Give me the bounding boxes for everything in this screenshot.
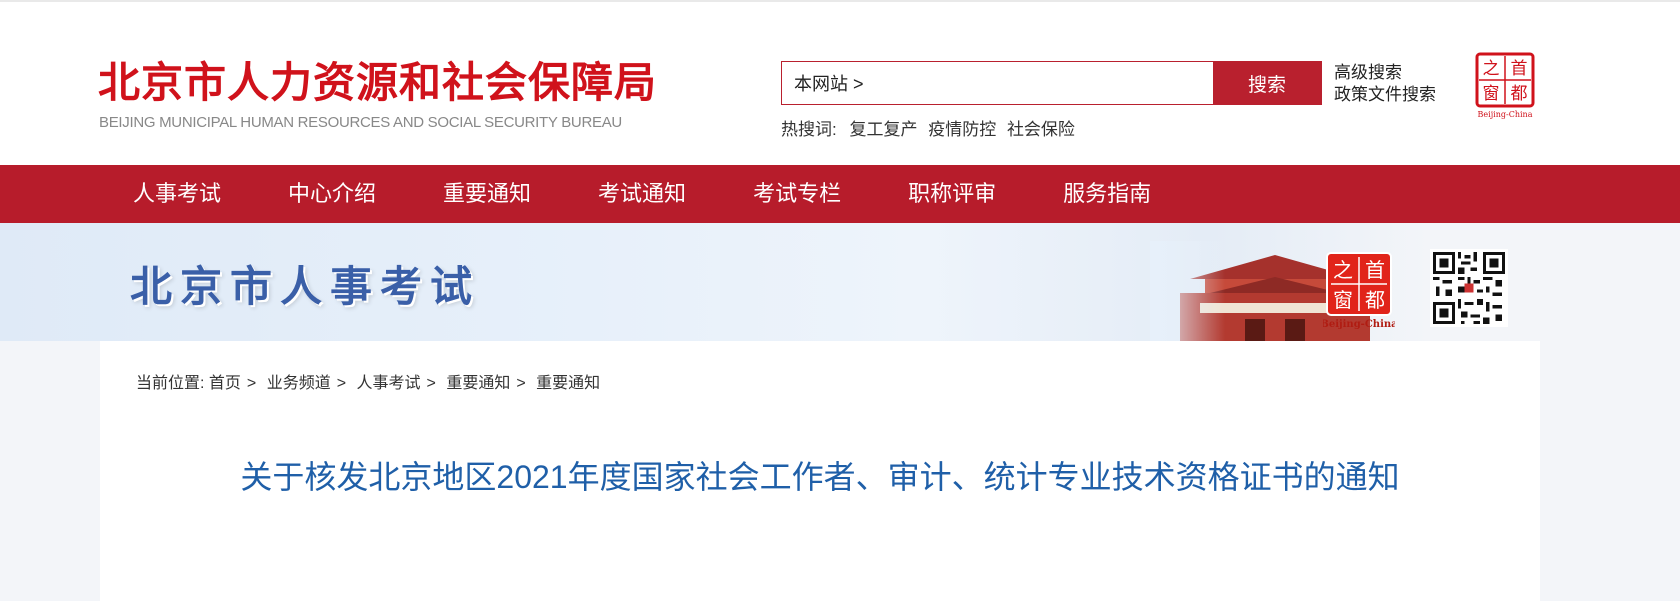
advanced-search-link[interactable]: 高级搜索: [1334, 62, 1436, 84]
breadcrumb-item[interactable]: 业务频道: [267, 375, 331, 392]
breadcrumb-item[interactable]: 人事考试: [357, 375, 421, 392]
capital-window-seal-icon: 之 首 窗 都 Beijing-China: [1323, 252, 1395, 330]
hot-search: 热搜词: 复工复产 疫情防控 社会保险: [781, 115, 1081, 140]
svg-text:窗: 窗: [1333, 288, 1353, 312]
search-input[interactable]: [782, 62, 1213, 104]
nav-item-notices[interactable]: 重要通知: [443, 165, 531, 223]
breadcrumb-item[interactable]: 首页: [209, 375, 241, 392]
breadcrumb-separator: >: [426, 375, 436, 392]
article-title: 关于核发北京地区2021年度国家社会工作者、审计、统计专业技术资格证书的通知: [240, 459, 1400, 495]
breadcrumb: 当前位置: 首页 > 业务频道 > 人事考试 > 重要通知 > 重要通知: [136, 369, 600, 393]
banner: 北京市人事考试 之 首 窗 都 Beijing-China: [0, 223, 1680, 341]
hot-word[interactable]: 疫情防控: [928, 120, 996, 139]
svg-text:都: 都: [1511, 84, 1528, 104]
nav-item-title-review[interactable]: 职称评审: [908, 165, 996, 223]
site-logo-subtitle: BEIJING MUNICIPAL HUMAN RESOURCES AND SO…: [99, 114, 622, 131]
nav-item-exam-notices[interactable]: 考试通知: [598, 165, 686, 223]
capital-window-seal-icon[interactable]: 之 首 窗 都 Beijing-China: [1474, 52, 1536, 120]
hot-word[interactable]: 复工复产: [849, 120, 917, 139]
breadcrumb-separator: >: [516, 375, 526, 392]
qr-code-icon: [1430, 249, 1508, 327]
breadcrumb-separator: >: [336, 375, 347, 392]
banner-title: 北京市人事考试: [130, 263, 481, 310]
svg-text:Beijing-China: Beijing-China: [1323, 319, 1395, 330]
header: 北京市人力资源和社会保障局 BEIJING MUNICIPAL HUMAN RE…: [0, 0, 1680, 165]
svg-text:Beijing-China: Beijing-China: [1478, 110, 1533, 119]
hot-word[interactable]: 社会保险: [1007, 120, 1075, 139]
svg-text:之: 之: [1483, 59, 1500, 79]
search-box: 搜索: [781, 61, 1322, 105]
search-button[interactable]: 搜索: [1213, 62, 1321, 104]
svg-text:都: 都: [1365, 288, 1385, 312]
main-nav: 人事考试 中心介绍 重要通知 考试通知 考试专栏 职称评审 服务指南: [0, 165, 1680, 223]
nav-item-exam-column[interactable]: 考试专栏: [753, 165, 841, 223]
content-panel: 当前位置: 首页 > 业务频道 > 人事考试 > 重要通知 > 重要通知 关于核发北京地…: [100, 341, 1540, 601]
nav-item-exam[interactable]: 人事考试: [133, 165, 221, 223]
breadcrumb-item[interactable]: 重要通知: [536, 375, 600, 392]
breadcrumb-prefix: 当前位置:: [136, 375, 205, 392]
nav-item-service-guide[interactable]: 服务指南: [1063, 165, 1151, 223]
svg-text:窗: 窗: [1483, 84, 1500, 104]
hot-search-label: 热搜词:: [781, 120, 837, 139]
svg-text:首: 首: [1365, 258, 1385, 282]
policy-search-link[interactable]: 政策文件搜索: [1334, 84, 1436, 106]
breadcrumb-separator: >: [246, 375, 257, 392]
svg-text:之: 之: [1333, 258, 1353, 282]
site-logo-title[interactable]: 北京市人力资源和社会保障局: [98, 60, 657, 106]
svg-text:首: 首: [1511, 59, 1528, 79]
breadcrumb-item[interactable]: 重要通知: [446, 375, 510, 392]
nav-item-about[interactable]: 中心介绍: [288, 165, 376, 223]
search-links: 高级搜索 政策文件搜索: [1334, 62, 1436, 106]
